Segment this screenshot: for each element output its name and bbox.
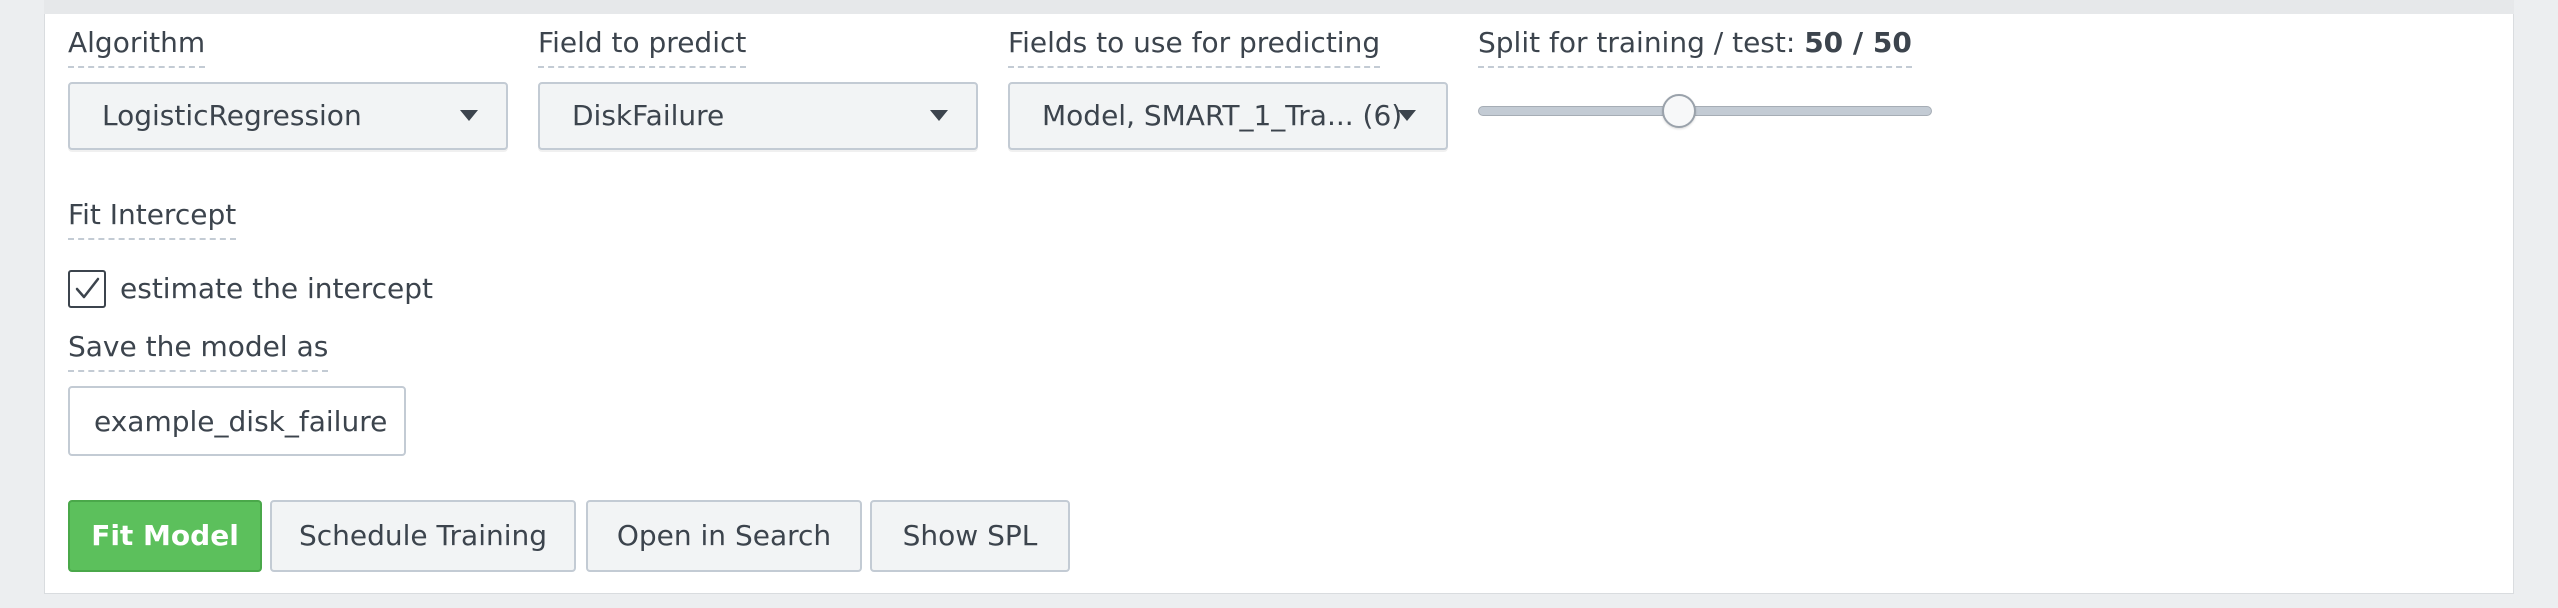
page: Algorithm LogisticRegression Field to pr… <box>0 0 2558 608</box>
algorithm-dropdown-value: LogisticRegression <box>102 99 362 132</box>
algorithm-dropdown[interactable]: LogisticRegression <box>68 82 508 150</box>
open-in-search-button[interactable]: Open in Search <box>586 500 862 572</box>
split-value: 50 / 50 <box>1804 26 1912 59</box>
split-slider-track[interactable] <box>1478 106 1932 116</box>
model-name-input[interactable] <box>68 386 406 456</box>
caret-down-icon <box>930 110 948 121</box>
field-to-predict-dropdown[interactable]: DiskFailure <box>538 82 978 150</box>
fields-for-predicting-dropdown-value: Model, SMART_1_Tra... (6) <box>1042 99 1403 132</box>
algorithm-label: Algorithm <box>68 26 206 68</box>
schedule-training-button[interactable]: Schedule Training <box>270 500 576 572</box>
split-slider-handle[interactable] <box>1662 94 1696 128</box>
split-label: Split for training / test: 50 / 50 <box>1478 26 1912 68</box>
caret-down-icon <box>1398 110 1416 121</box>
estimate-intercept-checkbox[interactable] <box>68 270 106 308</box>
estimate-intercept-label[interactable]: estimate the intercept <box>120 272 433 306</box>
show-spl-button[interactable]: Show SPL <box>870 500 1070 572</box>
save-model-label: Save the model as <box>68 330 329 372</box>
caret-down-icon <box>460 110 478 121</box>
field-to-predict-label: Field to predict <box>538 26 747 68</box>
fields-for-predicting-label: Fields to use for predicting <box>1008 26 1381 68</box>
checkmark-icon <box>75 277 100 299</box>
top-band <box>44 0 2514 14</box>
field-to-predict-dropdown-value: DiskFailure <box>572 99 725 132</box>
fit-model-button[interactable]: Fit Model <box>68 500 262 572</box>
fields-for-predicting-dropdown[interactable]: Model, SMART_1_Tra... (6) <box>1008 82 1448 150</box>
split-label-text: Split for training / test: <box>1478 26 1796 59</box>
fit-intercept-label: Fit Intercept <box>68 198 237 240</box>
